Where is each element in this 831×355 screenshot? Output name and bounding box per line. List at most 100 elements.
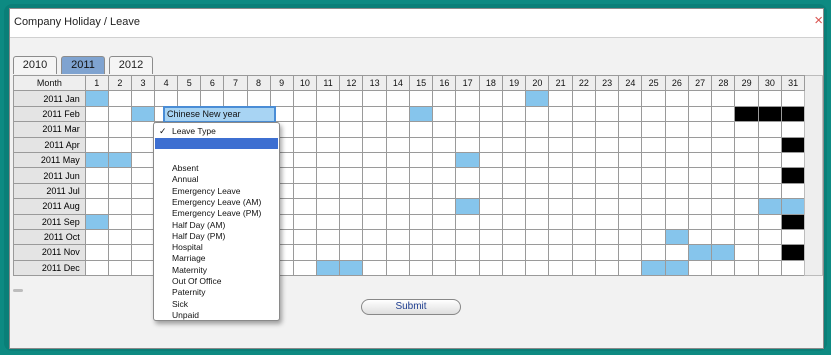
day-cell[interactable] [664, 213, 689, 230]
day-cell[interactable] [455, 213, 480, 230]
day-cell[interactable] [455, 90, 480, 107]
day-cell[interactable] [548, 90, 573, 107]
day-cell[interactable] [408, 136, 434, 153]
day-cell[interactable] [84, 259, 109, 277]
day-cell[interactable] [455, 151, 480, 169]
day-cell[interactable] [501, 182, 527, 200]
day-cell[interactable] [107, 228, 132, 246]
leave-name-input[interactable]: Chinese New year [163, 106, 276, 123]
day-cell[interactable] [130, 136, 156, 153]
day-cell[interactable] [130, 167, 156, 184]
day-cell[interactable] [455, 244, 480, 261]
day-cell[interactable] [385, 213, 410, 230]
dropdown-option[interactable]: Sick [154, 299, 279, 310]
day-cell[interactable] [200, 90, 225, 107]
day-cell[interactable] [664, 259, 689, 277]
vertical-scrollbar[interactable] [804, 74, 823, 277]
day-cell[interactable] [525, 182, 550, 200]
day-cell[interactable] [711, 136, 736, 153]
day-cell[interactable] [687, 228, 713, 246]
day-cell[interactable] [757, 90, 782, 107]
day-cell[interactable] [130, 259, 156, 277]
day-cell[interactable] [571, 244, 596, 261]
day-cell[interactable] [687, 244, 713, 261]
dropdown-option[interactable]: Marriage [154, 253, 279, 264]
day-cell[interactable] [780, 198, 806, 215]
day-cell[interactable] [362, 105, 387, 123]
day-cell[interactable] [594, 228, 620, 246]
day-cell[interactable] [84, 213, 109, 230]
day-cell[interactable] [432, 182, 457, 200]
day-cell[interactable] [408, 198, 434, 215]
day-cell[interactable] [641, 90, 666, 107]
day-cell[interactable] [84, 90, 109, 107]
day-cell[interactable] [432, 167, 457, 184]
day-cell[interactable] [455, 182, 480, 200]
day-cell[interactable] [315, 198, 341, 215]
day-cell[interactable] [432, 228, 457, 246]
day-cell[interactable] [548, 121, 573, 138]
day-cell[interactable] [362, 244, 387, 261]
day-cell[interactable] [385, 121, 410, 138]
day-cell[interactable] [408, 259, 434, 277]
day-cell[interactable] [687, 198, 713, 215]
day-cell[interactable] [594, 213, 620, 230]
dropdown-option[interactable]: Half Day (PM) [154, 231, 279, 242]
day-cell[interactable] [548, 151, 573, 169]
day-cell[interactable] [339, 90, 364, 107]
day-cell[interactable] [711, 213, 736, 230]
day-cell[interactable] [478, 213, 503, 230]
day-cell[interactable] [339, 213, 364, 230]
day-cell[interactable] [246, 90, 271, 107]
day-cell[interactable] [455, 167, 480, 184]
day-cell[interactable] [618, 151, 643, 169]
day-cell[interactable] [548, 259, 573, 277]
day-cell[interactable] [501, 105, 527, 123]
day-cell[interactable] [385, 228, 410, 246]
day-cell[interactable] [455, 105, 480, 123]
day-cell[interactable] [501, 244, 527, 261]
day-cell[interactable] [315, 182, 341, 200]
day-cell[interactable] [687, 182, 713, 200]
day-cell[interactable] [455, 136, 480, 153]
day-cell[interactable] [84, 136, 109, 153]
day-cell[interactable] [594, 105, 620, 123]
day-cell[interactable] [734, 167, 759, 184]
day-cell[interactable] [292, 213, 317, 230]
day-cell[interactable] [385, 198, 410, 215]
day-cell[interactable] [664, 198, 689, 215]
day-cell[interactable] [571, 198, 596, 215]
day-cell[interactable] [618, 105, 643, 123]
day-cell[interactable] [525, 259, 550, 277]
day-cell[interactable] [618, 228, 643, 246]
day-cell[interactable] [107, 259, 132, 277]
day-cell[interactable] [408, 151, 434, 169]
day-cell[interactable] [339, 121, 364, 138]
day-cell[interactable] [501, 167, 527, 184]
day-cell[interactable] [734, 228, 759, 246]
day-cell[interactable] [734, 90, 759, 107]
day-cell[interactable] [711, 228, 736, 246]
day-cell[interactable] [548, 198, 573, 215]
day-cell[interactable] [339, 244, 364, 261]
day-cell[interactable] [734, 213, 759, 230]
day-cell[interactable] [478, 167, 503, 184]
day-cell[interactable] [711, 121, 736, 138]
day-cell[interactable] [385, 182, 410, 200]
day-cell[interactable] [757, 182, 782, 200]
day-cell[interactable] [548, 136, 573, 153]
day-cell[interactable] [711, 167, 736, 184]
day-cell[interactable] [571, 90, 596, 107]
dropdown-option[interactable]: Unpaid [154, 310, 279, 321]
day-cell[interactable] [757, 213, 782, 230]
day-cell[interactable] [315, 244, 341, 261]
day-cell[interactable] [525, 105, 550, 123]
day-cell[interactable] [432, 244, 457, 261]
day-cell[interactable] [757, 121, 782, 138]
day-cell[interactable] [107, 182, 132, 200]
day-cell[interactable] [478, 259, 503, 277]
day-cell[interactable] [84, 151, 109, 169]
day-cell[interactable] [408, 182, 434, 200]
day-cell[interactable] [315, 213, 341, 230]
day-cell[interactable] [594, 198, 620, 215]
